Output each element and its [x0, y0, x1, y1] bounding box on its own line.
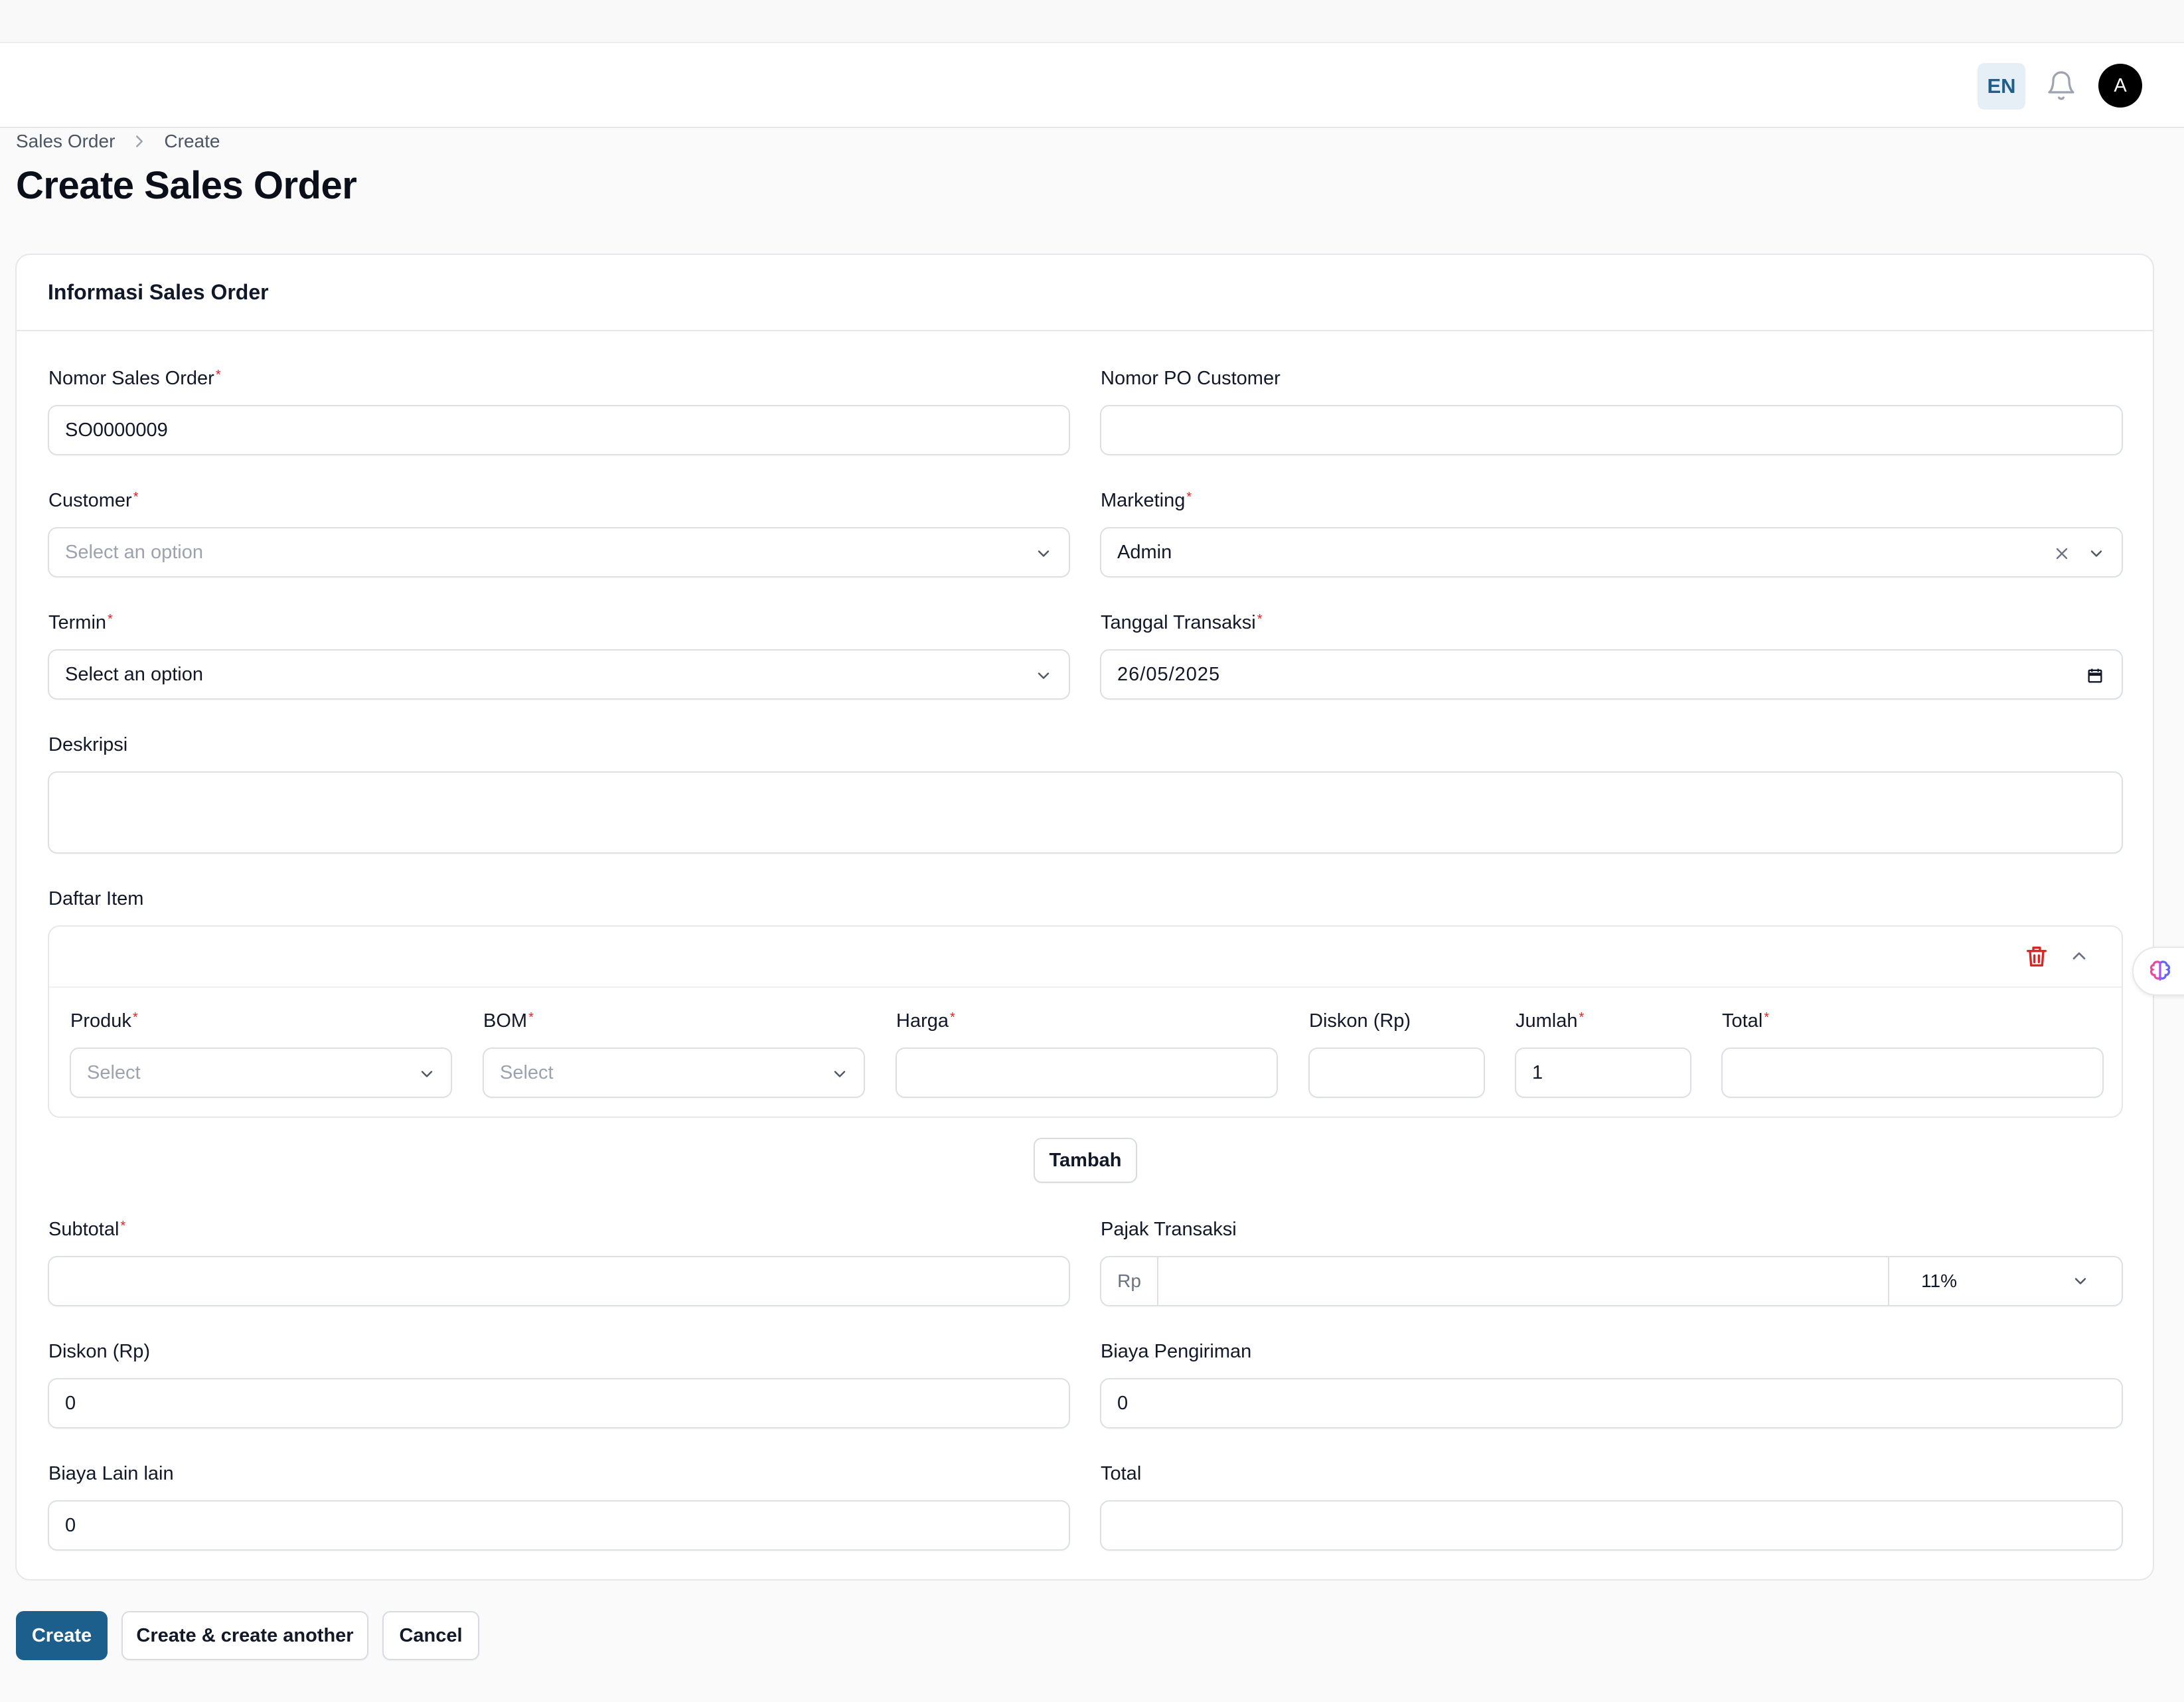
item-header [49, 927, 2122, 988]
chevron-down-icon [2090, 550, 2102, 557]
pajak-label: Pajak Transaksi [1101, 1219, 1237, 1240]
page-title: Create Sales Order [16, 164, 357, 207]
item-diskon-label: Diskon (Rp) [1309, 1010, 1411, 1032]
pajak-rate-select[interactable]: 11% [1888, 1257, 2122, 1305]
create-another-button[interactable]: Create & create another [121, 1611, 368, 1660]
item-total-input[interactable] [1721, 1047, 2104, 1098]
cancel-button[interactable]: Cancel [382, 1611, 479, 1660]
item-diskon-input[interactable] [1308, 1047, 1485, 1098]
bom-select[interactable]: Select [483, 1047, 865, 1098]
chevron-down-icon [1038, 672, 1050, 679]
nomor-po-label: Nomor PO Customer [1101, 368, 1281, 389]
nomor-so-input[interactable]: SO0000009 [48, 405, 1070, 455]
create-button[interactable]: Create [16, 1611, 108, 1660]
language-switcher[interactable]: EN [1978, 63, 2025, 110]
jumlah-label: Jumlah * [1516, 1010, 1585, 1032]
biaya-lain-label: Biaya Lain lain [48, 1463, 174, 1484]
marketing-select[interactable]: Admin [1100, 527, 2123, 578]
avatar[interactable]: A [2098, 64, 2142, 108]
chevron-down-icon [2074, 1278, 2086, 1284]
assistant-widget[interactable] [2132, 947, 2184, 996]
termin-select[interactable]: Select an option [48, 649, 1070, 700]
breadcrumb-create: Create [164, 131, 220, 151]
top-bar: EN A [0, 42, 2184, 128]
customer-label: Customer * [48, 490, 139, 511]
termin-label: Termin * [48, 612, 113, 633]
nomor-po-input[interactable] [1100, 405, 2123, 455]
biaya-pengiriman-input[interactable]: 0 [1100, 1378, 2123, 1429]
brain-icon [2149, 961, 2171, 981]
chevron-up-icon[interactable] [2068, 945, 2090, 967]
deskripsi-label: Deskripsi [48, 734, 128, 755]
card-header: Informasi Sales Order [17, 255, 2153, 331]
clear-icon[interactable] [2053, 544, 2071, 563]
produk-label: Produk * [70, 1010, 138, 1032]
trash-icon[interactable] [2023, 943, 2050, 970]
browser-top-strip [0, 0, 2184, 42]
deskripsi-textarea[interactable] [48, 771, 2123, 854]
customer-select[interactable]: Select an option [48, 527, 1070, 578]
marketing-label: Marketing * [1101, 490, 1192, 511]
chevron-down-icon [1038, 550, 1050, 557]
harga-label: Harga * [896, 1010, 955, 1032]
subtotal-input[interactable] [48, 1256, 1070, 1306]
tambah-button[interactable]: Tambah [1034, 1138, 1137, 1183]
diskon-input[interactable]: 0 [48, 1378, 1070, 1429]
bom-label: BOM * [483, 1010, 534, 1032]
pajak-prefix: Rp [1101, 1257, 1158, 1305]
chevron-down-icon [421, 1071, 433, 1077]
biaya-pengiriman-label: Biaya Pengiriman [1101, 1341, 1252, 1362]
diskon-label: Diskon (Rp) [48, 1341, 151, 1362]
chevron-right-icon [136, 135, 143, 147]
nomor-so-label: Nomor Sales Order * [48, 368, 221, 389]
tanggal-label: Tanggal Transaksi * [1101, 612, 1263, 633]
total-label: Total [1101, 1463, 1142, 1484]
total-input[interactable] [1100, 1500, 2123, 1551]
daftar-item-label: Daftar Item [48, 888, 144, 909]
subtotal-label: Subtotal * [48, 1219, 126, 1240]
item-repeater: Produk * Select BOM * Select Harga * Diskon… [48, 925, 2123, 1118]
produk-select[interactable]: Select [70, 1047, 452, 1098]
breadcrumb: Sales Order Create [16, 128, 220, 155]
jumlah-input[interactable]: 1 [1515, 1047, 1691, 1098]
tanggal-input[interactable]: 26/05/2025 [1100, 649, 2123, 700]
section-title: Informasi Sales Order [48, 280, 269, 304]
item-total-label: Total * [1722, 1010, 1770, 1032]
bell-icon[interactable] [2045, 70, 2077, 102]
breadcrumb-sales-order[interactable]: Sales Order [16, 131, 115, 152]
calendar-icon[interactable] [2086, 666, 2104, 685]
biaya-lain-input[interactable]: 0 [48, 1500, 1070, 1551]
chevron-down-icon [834, 1071, 846, 1077]
pajak-input-group: Rp 11% [1100, 1256, 2123, 1306]
harga-input[interactable] [896, 1047, 1278, 1098]
sales-order-form-card: Informasi Sales Order Nomor Sales Order *… [15, 254, 2154, 1581]
